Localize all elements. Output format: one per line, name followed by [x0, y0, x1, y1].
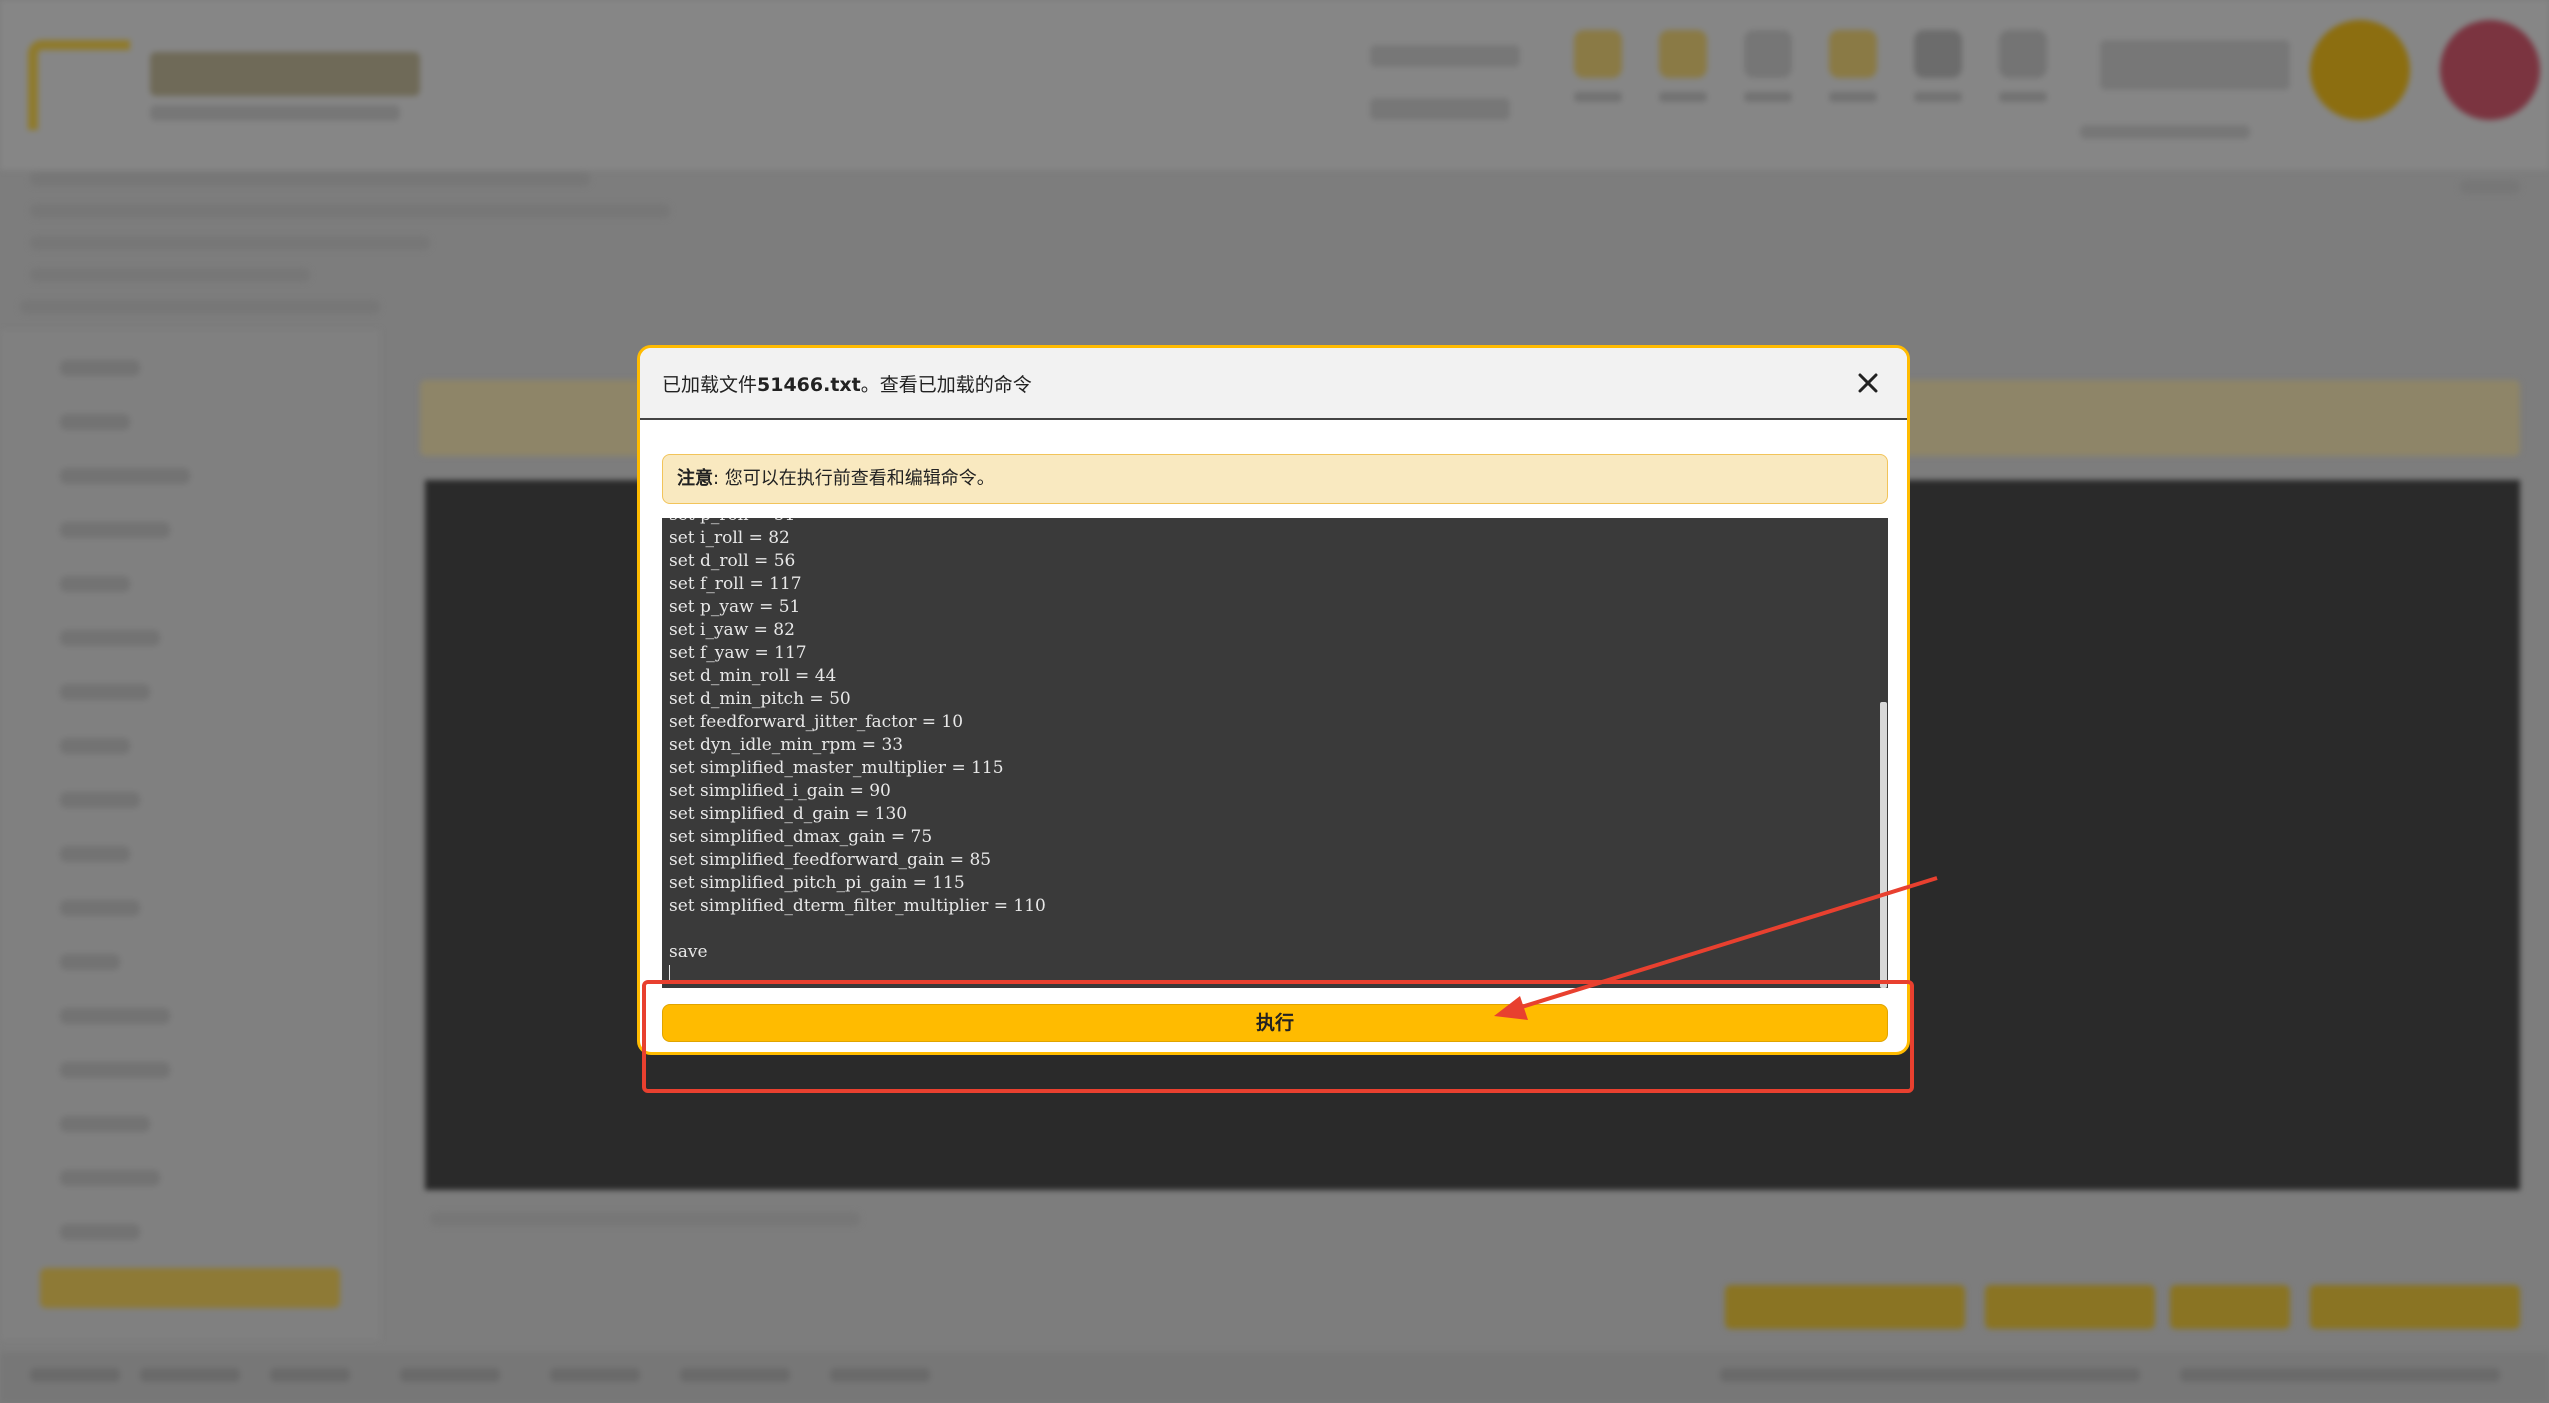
- sidebar-item: [60, 684, 150, 700]
- sidebar-item: [60, 900, 140, 916]
- sidebar-item-cli: [40, 1268, 340, 1308]
- sidebar-item: [60, 738, 130, 754]
- firmware-info-line: [30, 268, 310, 282]
- cli-input: [430, 1212, 860, 1226]
- dialog-title-suffix: 。查看已加载的命令: [860, 374, 1032, 396]
- firmware-info-line: [20, 300, 380, 314]
- firmware-info-line: [30, 172, 590, 186]
- close-button[interactable]: [1851, 366, 1885, 400]
- sidebar-item: [60, 1008, 170, 1024]
- command-line: set p_yaw = 51: [669, 597, 801, 617]
- command-line: set feedforward_jitter_factor = 10: [669, 712, 964, 732]
- dataflash-indicator: [2100, 40, 2290, 90]
- sidebar-item: [60, 468, 190, 484]
- toolbar-item: [1995, 30, 2051, 120]
- command-line: set i_roll = 82: [669, 528, 790, 548]
- expert-mode-toggle: [2080, 125, 2250, 139]
- command-line: set simplified_pitch_pi_gain = 115: [669, 873, 965, 893]
- command-line: set d_min_pitch = 50: [669, 689, 851, 709]
- sidebar-item: [60, 414, 130, 430]
- close-icon: [1858, 373, 1878, 393]
- background-button: [1855, 1285, 1965, 1329]
- toolbar-item: [1655, 30, 1711, 120]
- annotation-highlight-box: [642, 980, 1914, 1093]
- app-logo: [150, 52, 420, 96]
- dialog-title-prefix: 已加载文件: [662, 374, 758, 396]
- sidebar-item: [60, 1062, 170, 1078]
- app-version: [150, 105, 400, 121]
- command-line: set simplified_d_gain = 130: [669, 804, 908, 824]
- command-line: set simplified_i_gain = 90: [669, 781, 891, 801]
- update-firmware-button: [2440, 20, 2540, 120]
- app-logo-icon: [28, 40, 130, 130]
- toolbar-item: [1570, 30, 1626, 120]
- connect-button: [2310, 20, 2410, 120]
- background-sidebar: [0, 330, 380, 1340]
- wiki-link: [2460, 180, 2520, 194]
- command-line: set dyn_idle_min_rpm = 33: [669, 735, 904, 755]
- command-line: set simplified_dterm_filter_multiplier =…: [669, 896, 1046, 916]
- sidebar-item: [60, 792, 140, 808]
- status-bar-item: [830, 1368, 930, 1382]
- sidebar-item: [60, 1170, 160, 1186]
- sidebar-item: [60, 1224, 140, 1240]
- command-line: set p_roll = 51: [669, 518, 795, 525]
- port-selector: [1370, 45, 1520, 67]
- command-lines[interactable]: set p_roll = 51 set i_roll = 82 set d_ro…: [669, 518, 1046, 987]
- background-button: [2170, 1285, 2290, 1329]
- status-bar-item: [550, 1368, 640, 1382]
- command-line: save: [669, 942, 708, 962]
- sidebar-item: [60, 360, 140, 376]
- status-bar: [0, 1352, 2549, 1403]
- sidebar-item: [60, 1116, 150, 1132]
- sidebar-item: [60, 630, 160, 646]
- toolbar-item: [1910, 30, 1966, 120]
- command-line: set d_min_roll = 44: [669, 666, 837, 686]
- command-line: set simplified_dmax_gain = 75: [669, 827, 933, 847]
- command-line: set simplified_master_multiplier = 115: [669, 758, 1004, 778]
- note-label: 注意: [677, 468, 713, 489]
- note-box: 注意: 您可以在执行前查看和编辑命令。: [662, 454, 1888, 504]
- dialog-file-name: 51466.txt: [757, 374, 861, 396]
- status-bar-item: [270, 1368, 350, 1382]
- sidebar-item: [60, 522, 170, 538]
- command-line: set d_roll = 56: [669, 551, 796, 571]
- note-text: : 您可以在执行前查看和编辑命令。: [713, 468, 995, 489]
- background-button: [2310, 1285, 2520, 1329]
- sidebar-item: [60, 954, 120, 970]
- firmware-info-line: [30, 236, 430, 250]
- loaded-commands-dialog: 已加载文件51466.txt。查看已加载的命令 注意: 您可以在执行前查看和编辑…: [637, 345, 1910, 1055]
- sidebar-item: [60, 846, 130, 862]
- background-button: [1985, 1285, 2155, 1329]
- status-bar-item: [680, 1368, 790, 1382]
- dialog-title: 已加载文件51466.txt。查看已加载的命令: [662, 370, 1032, 397]
- command-line: set f_roll = 117: [669, 574, 802, 594]
- status-bar-item: [1720, 1368, 2140, 1382]
- toolbar-item: [1740, 30, 1796, 120]
- status-bar-item: [30, 1368, 120, 1382]
- editor-scrollbar[interactable]: [1878, 518, 1888, 988]
- firmware-info-line: [30, 204, 670, 218]
- dialog-header: 已加载文件51466.txt。查看已加载的命令: [640, 348, 1907, 420]
- sidebar-item: [60, 576, 130, 592]
- status-bar-item: [400, 1368, 500, 1382]
- toolbar-item: [1825, 30, 1881, 120]
- command-line: set i_yaw = 82: [669, 620, 795, 640]
- editor-scrollbar-thumb[interactable]: [1880, 702, 1887, 988]
- baud-selector: [1370, 98, 1510, 120]
- command-editor[interactable]: set p_roll = 51 set i_roll = 82 set d_ro…: [662, 518, 1888, 988]
- command-line: set simplified_feedforward_gain = 85: [669, 850, 992, 870]
- command-line: set f_yaw = 117: [669, 643, 807, 663]
- status-bar-item: [2180, 1368, 2500, 1382]
- status-bar-item: [140, 1368, 240, 1382]
